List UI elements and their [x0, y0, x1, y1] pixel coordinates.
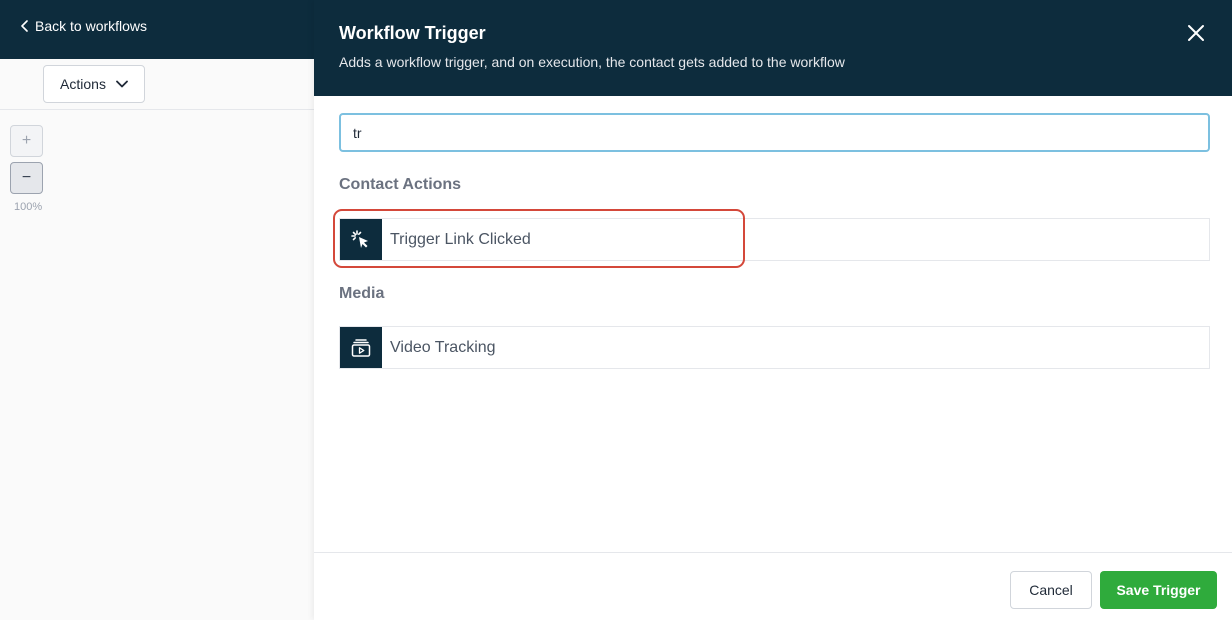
actions-dropdown-button[interactable]: Actions — [43, 65, 145, 103]
trigger-search-input[interactable] — [339, 113, 1210, 152]
workflow-canvas-pane: Back to workflows Actions + − 100% — [0, 0, 314, 620]
close-icon — [1188, 25, 1204, 41]
section-contact-actions: Contact Actions — [339, 176, 462, 193]
cancel-button[interactable]: Cancel — [1010, 571, 1092, 609]
actions-label: Actions — [60, 76, 106, 92]
zoom-in-button[interactable]: + — [10, 125, 43, 157]
back-to-workflows-link[interactable]: Back to workflows — [20, 18, 147, 34]
drawer-footer: Cancel Save Trigger — [314, 552, 1232, 620]
chevron-down-icon — [116, 80, 128, 88]
drawer-title: Workflow Trigger — [339, 23, 486, 43]
section-media: Media — [339, 285, 385, 302]
workflow-trigger-drawer: Workflow Trigger Adds a workflow trigger… — [314, 0, 1232, 620]
top-bar: Back to workflows — [0, 0, 314, 59]
save-trigger-button[interactable]: Save Trigger — [1100, 571, 1217, 609]
back-link-label: Back to workflows — [35, 18, 148, 34]
zoom-level: 100% — [14, 201, 43, 213]
drawer-header: Workflow Trigger Adds a workflow trigger… — [314, 0, 1232, 96]
video-play-icon — [340, 327, 382, 368]
zoom-out-button[interactable]: − — [10, 162, 43, 194]
chevron-left-icon — [21, 20, 28, 32]
trigger-option-trigger-link-clicked[interactable]: Trigger Link Clicked — [339, 218, 1210, 261]
option-label: Video Tracking — [390, 338, 496, 356]
close-button[interactable] — [1186, 23, 1206, 43]
drawer-subtitle: Adds a workflow trigger, and on executio… — [339, 54, 845, 70]
option-label: Trigger Link Clicked — [390, 230, 531, 248]
cursor-click-icon — [340, 219, 382, 260]
trigger-option-video-tracking[interactable]: Video Tracking — [339, 326, 1210, 369]
